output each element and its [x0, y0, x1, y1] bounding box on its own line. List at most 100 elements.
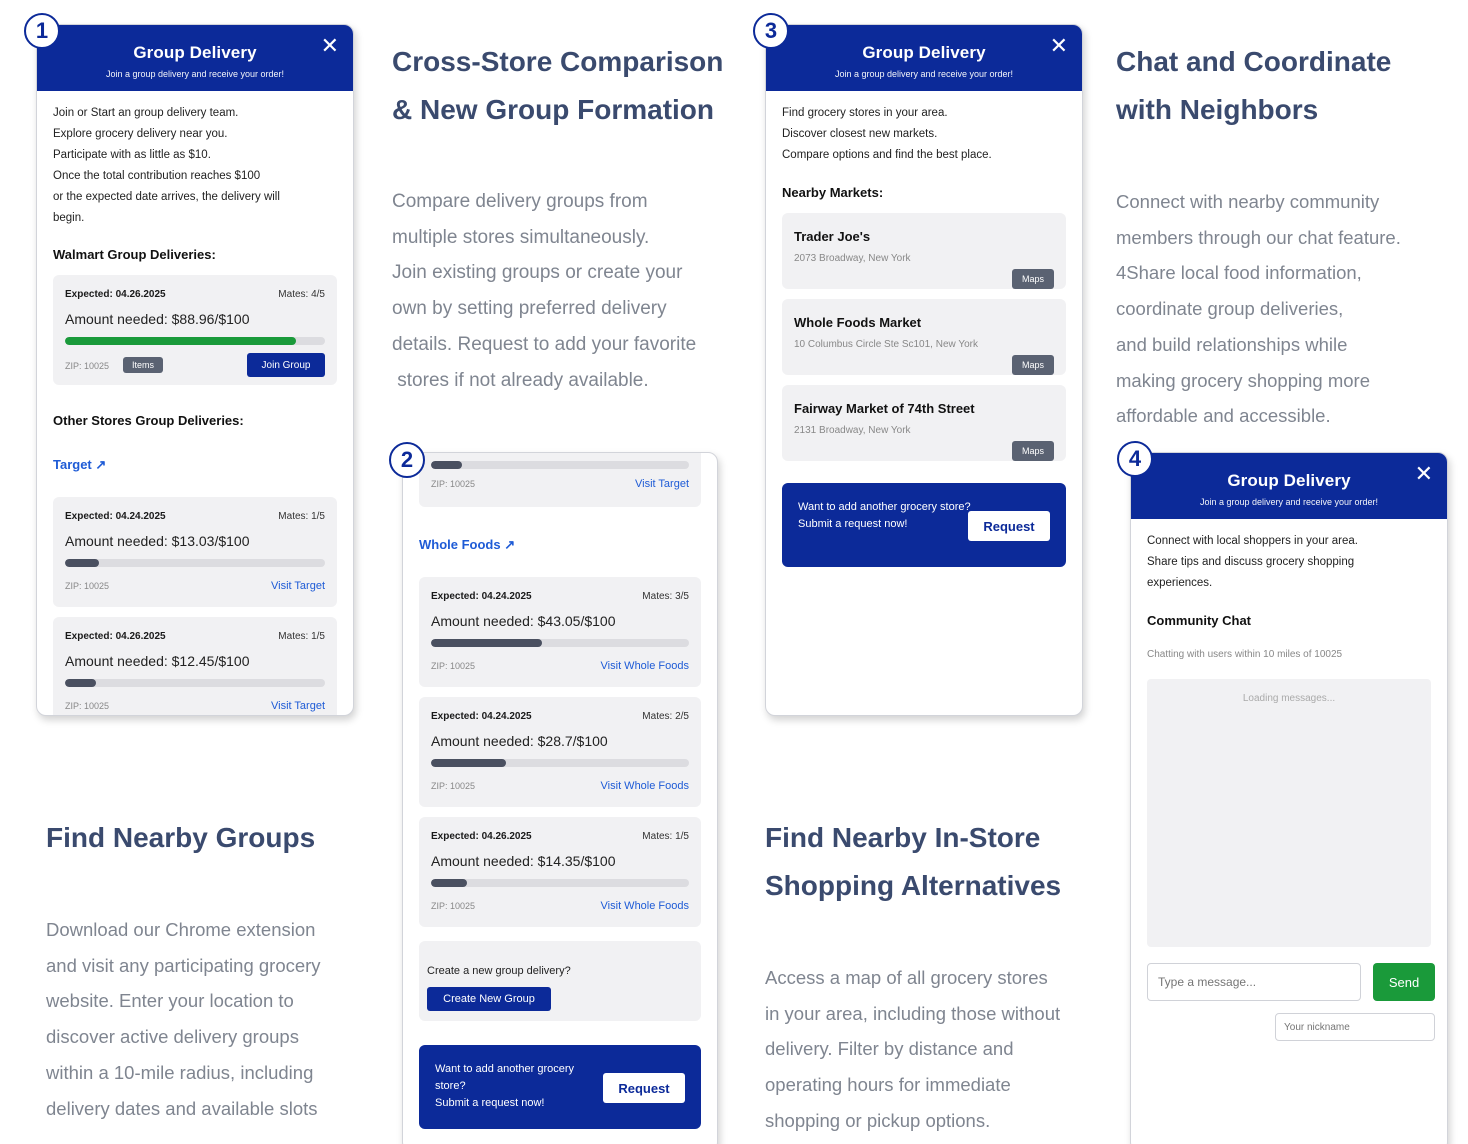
market-address: 10 Columbus Circle Ste Sc101, New York [794, 339, 978, 350]
chat-radius-text: Chatting with users within 10 miles of 1… [1147, 649, 1343, 660]
request-store-box: Want to add another grocery store? Submi… [782, 483, 1066, 567]
para-line: affordable and accessible. [1116, 405, 1331, 427]
maps-button[interactable]: Maps [1011, 355, 1054, 375]
step-badge-4: 4 [1117, 441, 1153, 477]
community-chat-title: Community Chat [1147, 613, 1251, 628]
expected-date: Expected: 04.26.2025 [431, 831, 532, 842]
heading-line: Chat and Coordinate [1116, 46, 1392, 77]
maps-button[interactable]: Maps [1011, 269, 1054, 289]
para-line: 4Share local food information, [1116, 262, 1362, 284]
intro-line: Participate with as little as $10. [53, 149, 211, 161]
market-address: 2131 Broadway, New York [794, 425, 911, 436]
heading-chat: Chat and Coordinate with Neighbors [1116, 38, 1391, 134]
heading-line: Find Nearby In-Store [765, 822, 1041, 853]
intro-line: Find grocery stores in your area. [782, 107, 948, 119]
close-icon[interactable]: ✕ [321, 35, 339, 57]
message-input[interactable] [1147, 963, 1361, 1001]
intro-line: Connect with local shoppers in your area… [1147, 535, 1358, 547]
request-line: Want to add another grocery store? [435, 1063, 575, 1092]
amount-needed: Amount needed: $43.05/$100 [431, 613, 616, 629]
progress-bar [431, 759, 689, 767]
para-line: Access a map of all grocery stores [765, 967, 1048, 988]
nearby-markets-title: Nearby Markets: [782, 185, 884, 200]
intro-line: Share tips and discuss grocery shopping [1147, 556, 1355, 568]
request-line: Submit a request now! [798, 518, 908, 530]
para-in-store: Access a map of all grocery stores in yo… [765, 960, 1060, 1139]
send-button[interactable]: Send [1373, 963, 1435, 1001]
create-new-group-button[interactable]: Create New Group [427, 987, 551, 1011]
chat-messages-area[interactable]: Loading messages... [1147, 679, 1431, 947]
para-line: details. Request to add your favorite [392, 333, 697, 355]
panel-title: Group Delivery [1227, 471, 1351, 490]
intro-line: Discover closest new markets. [782, 128, 938, 140]
zip-code: ZIP: 10025 [431, 781, 476, 791]
zip-code: ZIP: 10025 [65, 581, 110, 591]
zip-code: ZIP: 10025 [431, 479, 476, 489]
para-line: delivery dates and available slots [46, 1097, 318, 1119]
items-button[interactable]: Items [123, 357, 164, 373]
amount-needed: Amount needed: $88.96/$100 [65, 311, 250, 327]
market-name: Trader Joe's [794, 229, 871, 244]
para-line: in your area, including those without [765, 1002, 1061, 1024]
progress-bar [431, 639, 689, 647]
para-line: shopping or pickup options. [765, 1109, 991, 1131]
visit-store-link[interactable]: Visit Target [271, 700, 325, 712]
intro-line: or the expected date arrives, the delive… [53, 191, 280, 203]
para-line: operating hours for immediate [765, 1074, 1011, 1096]
join-group-button[interactable]: Join Group [247, 353, 325, 377]
para-line: website. Enter your location to [46, 990, 294, 1012]
panel-subtitle: Join a group delivery and receive your o… [105, 69, 285, 79]
group-card: Expected: 04.26.2025 Mates: 1/5 Amount n… [53, 617, 337, 715]
intro-line: Join or Start an group delivery team. [53, 107, 239, 119]
mates-count: Mates: 3/5 [642, 591, 689, 602]
zip-code: ZIP: 10025 [431, 901, 476, 911]
nickname-input[interactable] [1275, 1013, 1435, 1041]
panel-title: Group Delivery [133, 43, 257, 62]
visit-store-link[interactable]: Visit Whole Foods [601, 660, 689, 672]
heading-line: Find Nearby Groups [46, 822, 316, 853]
maps-button[interactable]: Maps [1011, 441, 1054, 461]
panel-cross-store: ZIP: 10025 Visit Target Whole Foods ↗ Ex… [402, 452, 718, 1144]
request-store-text: Want to add another grocery store? Submi… [798, 499, 974, 533]
visit-store-link[interactable]: Visit Whole Foods [601, 780, 689, 792]
amount-needed: Amount needed: $12.45/$100 [65, 653, 250, 669]
close-icon[interactable]: ✕ [1415, 463, 1433, 485]
market-item: Fairway Market of 74th Street 2131 Broad… [782, 385, 1066, 461]
request-store-box: Want to add another grocery store? Submi… [419, 1045, 701, 1129]
para-line: within a 10-mile radius, including [46, 1061, 314, 1083]
progress-fill [431, 461, 462, 469]
progress-bar [431, 461, 689, 469]
para-line: members through our chat feature. [1116, 226, 1401, 248]
intro-text: Connect with local shoppers in your area… [1131, 519, 1447, 594]
step-badge-1: 1 [24, 13, 60, 49]
heading-line: & New Group Formation [392, 94, 714, 125]
target-store-link[interactable]: Target ↗ [53, 457, 106, 473]
para-line: Compare delivery groups from [392, 191, 648, 212]
para-line: making grocery shopping more [1116, 369, 1370, 391]
visit-store-link[interactable]: Visit Whole Foods [601, 900, 689, 912]
visit-store-link[interactable]: Visit Target [271, 580, 325, 592]
request-button[interactable]: Request [603, 1073, 685, 1103]
intro-line: Compare options and find the best place. [782, 149, 992, 161]
group-card: Expected: 04.24.2025 Mates: 2/5 Amount n… [419, 697, 701, 807]
expected-date: Expected: 04.24.2025 [431, 591, 532, 602]
visit-store-link[interactable]: Visit Target [635, 478, 689, 490]
amount-needed: Amount needed: $14.35/$100 [431, 853, 616, 869]
market-item: Trader Joe's 2073 Broadway, New York Map… [782, 213, 1066, 289]
create-group-text: Create a new group delivery? [427, 965, 571, 977]
close-icon[interactable]: ✕ [1050, 35, 1068, 57]
request-button[interactable]: Request [968, 511, 1050, 541]
amount-needed: Amount needed: $13.03/$100 [65, 533, 250, 549]
progress-fill [65, 337, 297, 345]
intro-line: experiences. [1147, 577, 1213, 589]
panel-subtitle: Join a group delivery and receive your o… [834, 69, 1014, 79]
panel-subtitle: Join a group delivery and receive your o… [1199, 497, 1379, 507]
whole-foods-store-link[interactable]: Whole Foods ↗ [419, 537, 515, 553]
para-line: delivery. Filter by distance and [765, 1038, 1014, 1060]
para-line: coordinate group deliveries, [1116, 298, 1344, 320]
zip-code: ZIP: 10025 [65, 361, 110, 371]
mates-count: Mates: 1/5 [278, 631, 325, 642]
panel-header: Group Delivery Join a group delivery and… [1131, 453, 1447, 519]
step-badge-2: 2 [389, 442, 425, 478]
market-item: Whole Foods Market 10 Columbus Circle St… [782, 299, 1066, 375]
